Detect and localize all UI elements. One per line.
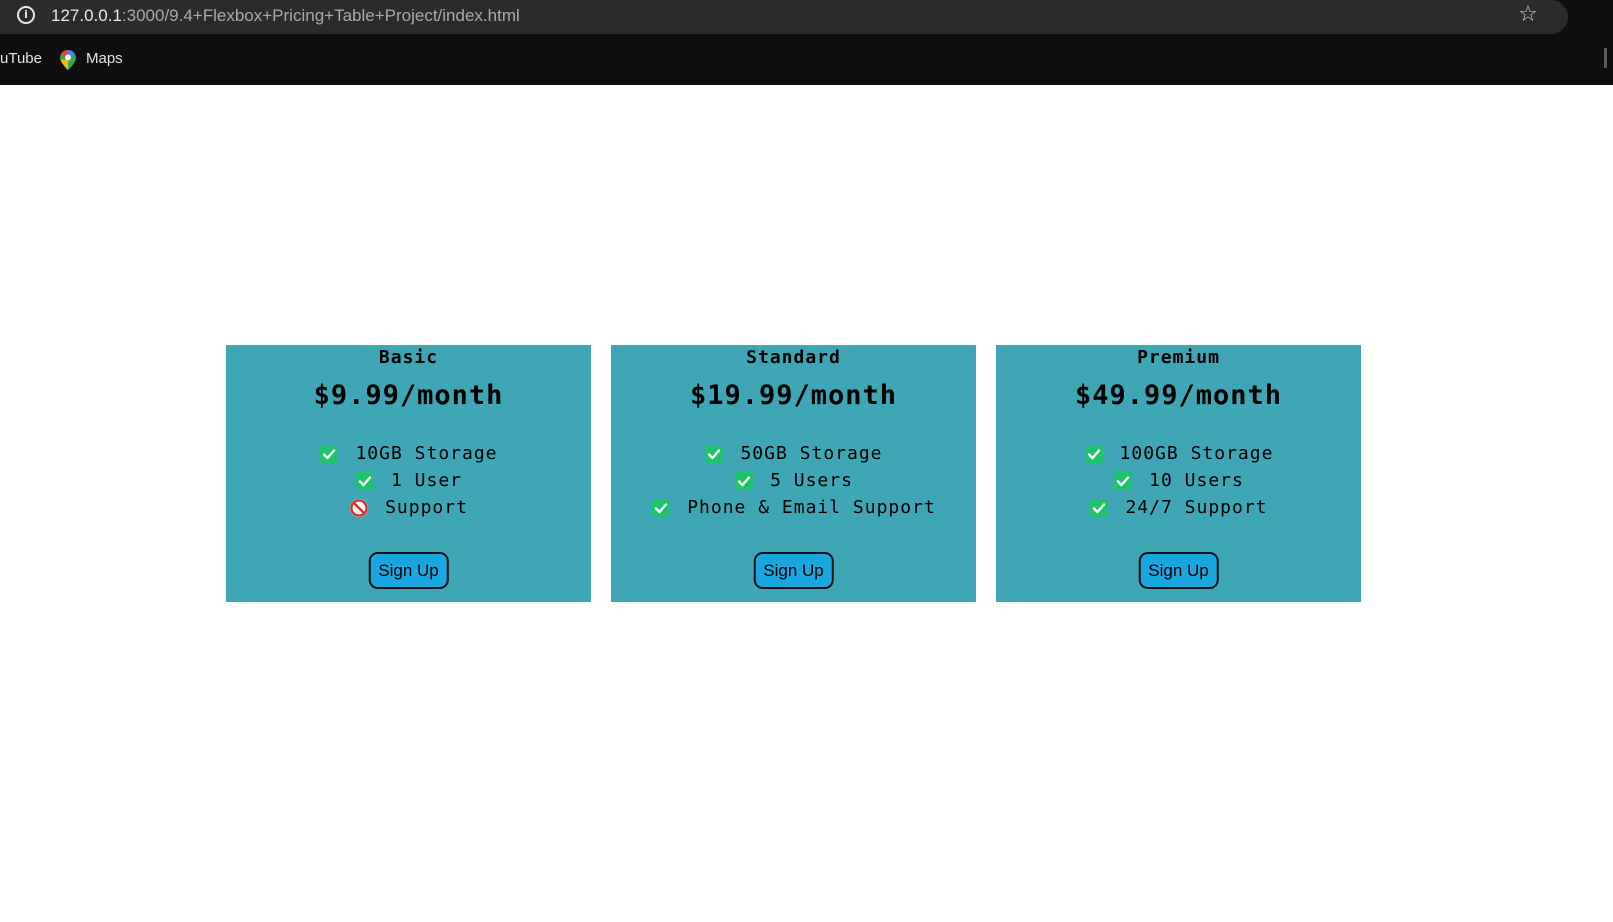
check-icon [1084,444,1104,464]
info-icon[interactable]: i [17,6,35,24]
check-icon [651,498,671,518]
feature-text: 1 User [390,470,463,491]
feature-list: 50GB Storage 5 Users Phone & Email Suppo… [611,440,976,521]
pricing-card-basic: Basic $9.99/month 10GB Storage 1 User Su… [226,345,591,602]
ban-icon [349,498,369,518]
sign-up-button[interactable]: Sign Up [753,552,834,589]
pricing-card-premium: Premium $49.99/month 100GB Storage 10 Us… [996,345,1361,602]
pricing-table: Basic $9.99/month 10GB Storage 1 User Su… [226,345,1361,602]
check-icon [1113,471,1133,491]
plan-price: $19.99/month [689,380,898,411]
feature-text: 24/7 Support [1125,497,1268,518]
feature-item: 24/7 Support [996,494,1361,521]
sign-up-button[interactable]: Sign Up [368,552,449,589]
bookmark-youtube[interactable]: uTube [0,48,42,70]
feature-item: Support [226,494,591,521]
feature-text: 10GB Storage [355,443,498,464]
check-icon [734,471,754,491]
plan-name: Standard [746,347,841,368]
bookmark-label: Maps [86,50,123,67]
feature-list: 100GB Storage 10 Users 24/7 Support [996,440,1361,521]
feature-text: 50GB Storage [740,443,883,464]
plan-price: $49.99/month [1074,380,1283,411]
check-icon [704,444,724,464]
check-icon [355,471,375,491]
feature-text: 10 Users [1149,470,1244,491]
url-text[interactable]: 127.0.0.1:3000/9.4+Flexbox+Pricing+Table… [51,5,520,27]
pricing-card-standard: Standard $19.99/month 50GB Storage 5 Use… [611,345,976,602]
feature-item: 100GB Storage [996,440,1361,467]
check-icon [1089,498,1109,518]
feature-item: 10 Users [996,467,1361,494]
plan-name: Premium [1137,347,1220,368]
check-icon [319,444,339,464]
toolbar-divider [1604,48,1607,68]
feature-text: Phone & Email Support [687,497,936,518]
maps-pin-icon [60,50,76,70]
address-bar[interactable]: i 127.0.0.1:3000/9.4+Flexbox+Pricing+Tab… [0,0,1568,34]
feature-item: 50GB Storage [611,440,976,467]
sign-up-button[interactable]: Sign Up [1138,552,1219,589]
feature-list: 10GB Storage 1 User Support [226,440,591,521]
feature-item: 10GB Storage [226,440,591,467]
feature-text: 100GB Storage [1119,443,1274,464]
url-path: :3000/9.4+Flexbox+Pricing+Table+Project/… [121,6,520,25]
browser-toolbar: i 127.0.0.1:3000/9.4+Flexbox+Pricing+Tab… [0,0,1613,85]
feature-text: Support [385,497,468,518]
feature-item: 5 Users [611,467,976,494]
feature-item: Phone & Email Support [611,494,976,521]
bookmark-label: uTube [0,50,42,67]
plan-price: $9.99/month [313,380,504,411]
url-host: 127.0.0.1 [51,6,122,25]
feature-item: 1 User [226,467,591,494]
feature-text: 5 Users [770,470,853,491]
plan-name: Basic [378,347,439,368]
star-icon[interactable]: ☆ [1516,2,1540,28]
